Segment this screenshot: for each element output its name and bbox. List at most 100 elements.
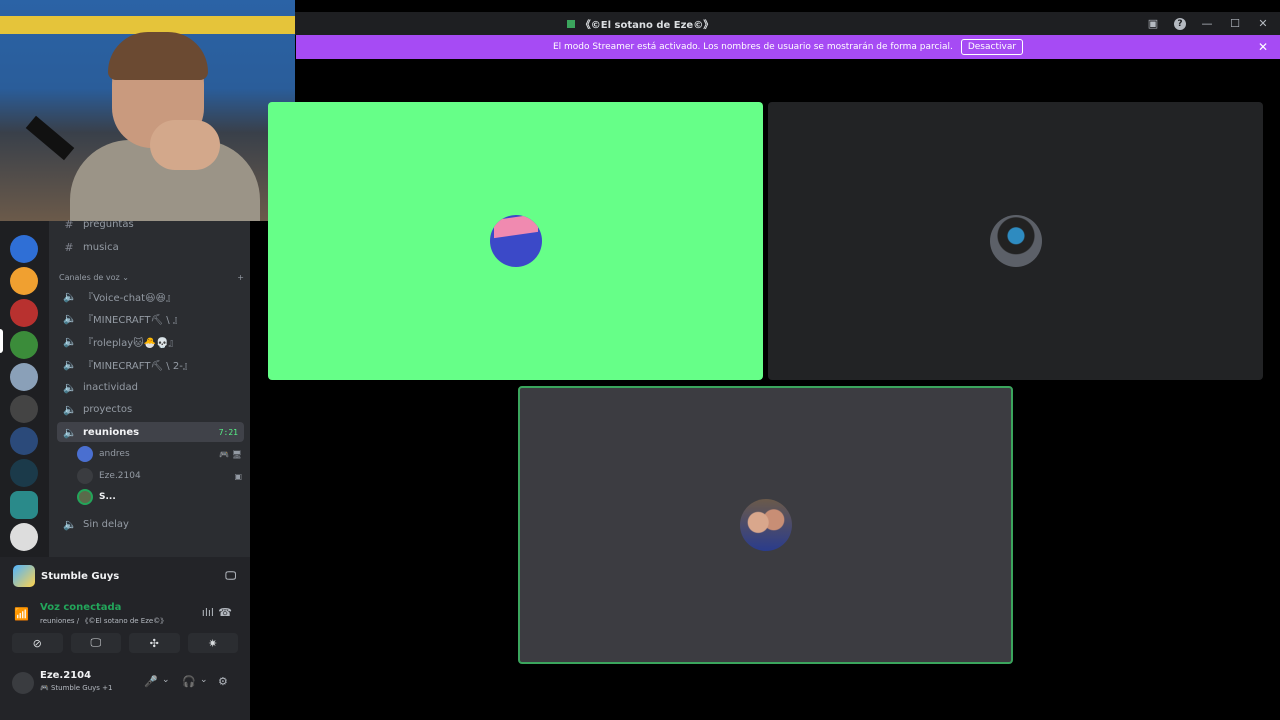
share-screen-button[interactable]: 🖵 [70, 633, 121, 653]
voice-tools: ⊘ 🖵 ✣ ✷ [12, 633, 238, 653]
channel-label: 『MINECRAFT⛏ \ 2-』 [83, 360, 193, 372]
server-icon [566, 19, 575, 28]
voice-channel-minecraft[interactable]: 🔈 『MINECRAFT⛏ \ 』 [57, 308, 244, 328]
chevron-down-icon[interactable]: ⌄ [162, 675, 170, 685]
chevron-down-icon[interactable]: ⌄ [200, 675, 208, 685]
webcam-person-hand [150, 120, 220, 170]
activity-bar[interactable]: Stumble Guys 🖵 [6, 561, 244, 591]
speaker-icon: 🔈 [63, 517, 77, 531]
close-button[interactable]: ✕ [1256, 17, 1270, 30]
avatar [489, 215, 542, 267]
inbox-icon[interactable]: ▣ [1146, 17, 1160, 30]
server-icon-10[interactable] [10, 523, 38, 551]
user-status: 🎮 Stumble Guys +1 [40, 684, 113, 692]
chevron-down-icon: ⌄ [122, 273, 129, 282]
soundboard-button[interactable]: ✷ [187, 633, 238, 653]
channel-preguntas[interactable]: # preguntas [57, 214, 244, 234]
add-channel-icon[interactable]: + [237, 273, 244, 282]
user-panel: Stumble Guys 🖵 📶 Voz conectada reuniones… [0, 557, 250, 720]
voice-connection-panel: 📶 Voz conectada reuniones / 《©El sotano … [6, 597, 244, 631]
server-icon-7[interactable] [10, 427, 38, 455]
microphone-icon[interactable]: 🎤 [144, 675, 158, 688]
video-tile-speaking[interactable] [518, 386, 1013, 664]
avatar [739, 499, 792, 551]
voice-channel-sin-delay[interactable]: 🔈 Sin delay [57, 514, 244, 534]
maximize-button[interactable]: ☐ [1228, 17, 1242, 30]
voice-channel-inactividad[interactable]: 🔈 inactividad [57, 377, 244, 397]
server-icon-1[interactable] [10, 235, 38, 263]
game-icon: ▣ [234, 471, 242, 481]
channel-label: reuniones [83, 426, 140, 438]
server-icon-2[interactable] [10, 267, 38, 295]
speaker-icon: 🔈 [63, 289, 77, 303]
server-icon-5[interactable] [10, 363, 38, 391]
speaker-icon: 🔈 [63, 311, 77, 325]
avatar [77, 468, 93, 484]
channel-label: preguntas [83, 218, 134, 230]
voice-user-eze[interactable]: Eze.2104 ▣ [77, 467, 242, 485]
voice-user-s[interactable]: S... [77, 488, 242, 506]
voice-category-header[interactable]: Canales de voz ⌄ + [59, 273, 244, 282]
avatar [989, 215, 1042, 267]
voice-user-name: S... [99, 492, 116, 502]
call-timer: 7:21 [218, 427, 238, 437]
user-info: Eze.2104 🎮 Stumble Guys +1 🎤 ⌄ 🎧 ⌄ ⚙ [6, 667, 244, 697]
channel-label: proyectos [83, 403, 133, 415]
headphones-icon[interactable]: 🎧 [182, 675, 196, 688]
disable-streamer-button[interactable]: Desactivar [960, 39, 1024, 55]
channel-label: 『Voice-chat😃😆』 [83, 292, 176, 304]
voice-location[interactable]: reuniones / 《©El sotano de Eze©》 [40, 616, 167, 626]
speaker-icon: 🔈 [63, 334, 77, 348]
server-icon-9[interactable] [10, 491, 38, 519]
channel-label: 『roleplay🐱🐣💀』 [83, 337, 179, 349]
voice-user-andres[interactable]: andres 🎮 🖥 [77, 445, 242, 463]
voice-category-label: Canales de voz ⌄ [59, 273, 129, 282]
stumble-guys-icon [13, 565, 35, 587]
window-controls: ▣ ? — ☐ ✕ [1146, 12, 1270, 35]
active-server-pill [0, 329, 3, 353]
speaker-icon: 🔈 [63, 402, 77, 416]
channel-label: musica [83, 241, 119, 253]
voice-category-text: Canales de voz [59, 273, 120, 282]
channel-label: inactividad [83, 381, 138, 393]
webcam-overlay [0, 0, 295, 221]
username[interactable]: Eze.2104 [40, 670, 91, 681]
screen-share-icon[interactable]: 🖵 [225, 569, 236, 583]
voice-channel-reuniones[interactable]: 🔈 reuniones 7:21 [57, 422, 244, 442]
avatar [77, 489, 93, 505]
avatar[interactable] [12, 672, 34, 694]
server-icon-4[interactable] [10, 331, 38, 359]
video-tile-2[interactable] [768, 102, 1263, 380]
signal-icon[interactable]: 📶 [14, 607, 29, 621]
camera-off-button[interactable]: ⊘ [12, 633, 63, 653]
voice-channel-voice-chat[interactable]: 🔈 『Voice-chat😃😆』 [57, 286, 244, 306]
channel-musica[interactable]: # musica [57, 237, 244, 257]
server-icon-6[interactable] [10, 395, 38, 423]
status-icons: 🎮 🖥 [219, 449, 242, 459]
voice-status[interactable]: Voz conectada [40, 602, 121, 613]
window-title: 《©El sotano de Eze©》 [566, 16, 714, 31]
speaker-icon: 🔈 [63, 357, 77, 371]
voice-user-name: andres [99, 449, 130, 459]
avatar [77, 446, 93, 462]
hash-icon: # [64, 240, 74, 254]
minimize-button[interactable]: — [1200, 17, 1214, 30]
voice-channel-minecraft-2[interactable]: 🔈 『MINECRAFT⛏ \ 2-』 [57, 354, 244, 374]
activities-button[interactable]: ✣ [129, 633, 180, 653]
video-tile-1[interactable] [268, 102, 763, 380]
noise-suppression-icon[interactable]: ılıl [202, 606, 214, 619]
close-banner-icon[interactable]: ✕ [1258, 40, 1268, 54]
settings-gear-icon[interactable]: ⚙ [218, 675, 228, 688]
speaker-connected-icon: 🔈 [63, 425, 77, 439]
server-rail [0, 221, 49, 561]
webcam-person-hair [108, 32, 208, 80]
voice-channel-proyectos[interactable]: 🔈 proyectos [57, 399, 244, 419]
server-icon-8[interactable] [10, 459, 38, 487]
voice-channel-roleplay[interactable]: 🔈 『roleplay🐱🐣💀』 [57, 331, 244, 351]
channel-label: 『MINECRAFT⛏ \ 』 [83, 314, 183, 326]
server-icon-3[interactable] [10, 299, 38, 327]
window-title-text: 《©El sotano de Eze©》 [580, 20, 714, 31]
help-icon[interactable]: ? [1174, 17, 1186, 30]
speaker-icon: 🔈 [63, 380, 77, 394]
disconnect-icon[interactable]: ☎ [218, 606, 232, 619]
